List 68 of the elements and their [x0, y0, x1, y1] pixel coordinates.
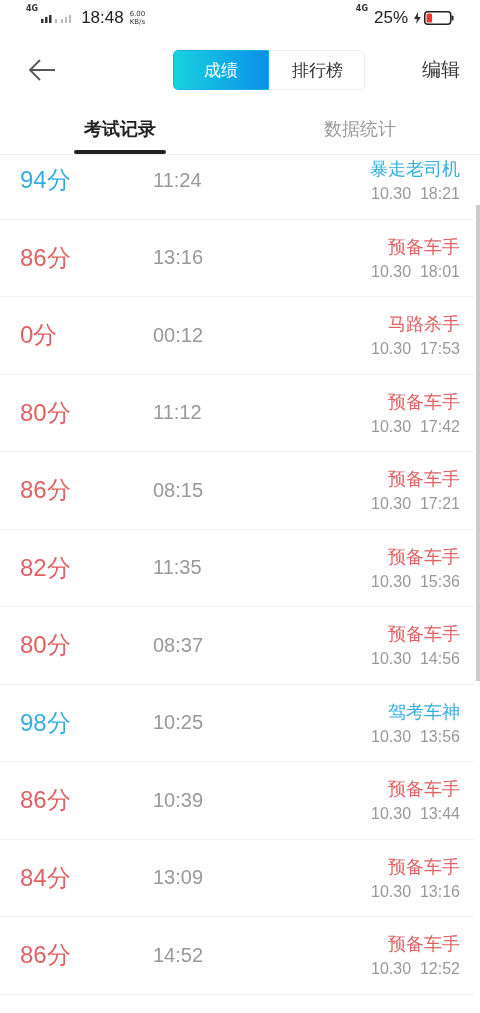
tab[interactable]: 考试记录: [0, 104, 240, 154]
record-row[interactable]: 98分 10:25 驾考车神 10.30 13:56: [0, 684, 474, 762]
record-row[interactable]: 80分 11:12 预备车手 10.30 17:42: [0, 374, 474, 452]
date-time: 10.30 15:36: [371, 572, 460, 591]
rank-title: 马路杀手: [388, 312, 460, 337]
date-time: 10.30 13:44: [371, 805, 460, 824]
rank-title: 预备车手: [388, 234, 460, 259]
record-row[interactable]: 86分 08:15 预备车手 10.30 17:21: [0, 452, 474, 530]
record-row[interactable]: 80分 08:37 预备车手 10.30 14:56: [0, 607, 474, 685]
record-row[interactable]: 86分 10:39 预备车手 10.30 13:44: [0, 762, 474, 840]
date-time: 10.30 17:42: [371, 417, 460, 436]
duration: 00:12: [153, 323, 204, 347]
rank-title: 预备车手: [388, 854, 460, 879]
date-time: 10.30 14:56: [371, 650, 460, 669]
score: 94分: [20, 165, 72, 196]
score: 86分: [20, 242, 72, 273]
rank-title: 暴走老司机: [370, 157, 460, 182]
network-label: 4G: [26, 4, 39, 13]
duration: 10:39: [153, 788, 204, 812]
duration: 10:25: [153, 711, 204, 735]
record-row[interactable]: 94分 11:24 暴走老司机 10.30 18:21: [0, 155, 474, 220]
date-time: 10.30 17:53: [371, 340, 460, 359]
network-label: 4G: [355, 4, 368, 13]
scrollbar[interactable]: [476, 205, 480, 681]
back-arrow-icon[interactable]: [28, 59, 56, 81]
battery-percent: 25%: [373, 8, 408, 28]
rank-title: 预备车手: [388, 932, 460, 957]
date-time: 10.30 18:21: [371, 185, 460, 204]
segment-tab[interactable]: 排行榜: [269, 50, 365, 90]
record-row[interactable]: 82分 11:35 预备车手 10.30 15:36: [0, 529, 474, 607]
score: 86分: [20, 475, 72, 506]
date-time: 10.30 13:16: [371, 882, 460, 901]
duration: 11:35: [153, 556, 202, 580]
rank-title: 预备车手: [388, 544, 460, 569]
segment-tab[interactable]: 成绩: [173, 50, 269, 90]
duration: 13:16: [153, 246, 204, 270]
score: 80分: [20, 630, 72, 661]
charging-icon: [414, 12, 421, 24]
edit-button[interactable]: 编辑: [422, 57, 460, 83]
score: 82分: [20, 552, 72, 583]
duration: 11:24: [153, 168, 202, 192]
duration: 11:12: [153, 401, 202, 425]
score: 86分: [20, 785, 72, 816]
record-row[interactable]: 0分 00:12 马路杀手 10.30 17:53: [0, 297, 474, 375]
duration: 08:15: [153, 478, 204, 502]
rank-title: 预备车手: [388, 777, 460, 802]
battery-icon: [424, 11, 454, 25]
score: 98分: [20, 707, 72, 738]
rank-title: 预备车手: [388, 467, 460, 492]
score: 84分: [20, 862, 72, 893]
clock: 18:48: [81, 8, 124, 28]
score: 80分: [20, 397, 72, 428]
record-row[interactable]: 86分 13:16 预备车手 10.30 18:01: [0, 219, 474, 297]
rank-title: 驾考车神: [388, 699, 460, 724]
duration: 14:52: [153, 943, 204, 967]
record-row[interactable]: 84分 13:09 预备车手 10.30 13:16: [0, 839, 474, 917]
rank-title: 预备车手: [388, 389, 460, 414]
tab[interactable]: 数据统计: [240, 104, 480, 154]
date-time: 10.30 17:21: [371, 495, 460, 514]
score: 0分: [20, 320, 59, 351]
date-time: 10.30 18:01: [371, 262, 460, 281]
duration: 08:37: [153, 633, 204, 657]
duration: 13:09: [153, 866, 204, 890]
score: 86分: [20, 940, 72, 971]
date-time: 10.30 12:52: [371, 960, 460, 979]
record-row[interactable]: 86分 14:52 预备车手 10.30 12:52: [0, 917, 474, 995]
rank-title: 预备车手: [388, 622, 460, 647]
date-time: 10.30 13:56: [371, 727, 460, 746]
